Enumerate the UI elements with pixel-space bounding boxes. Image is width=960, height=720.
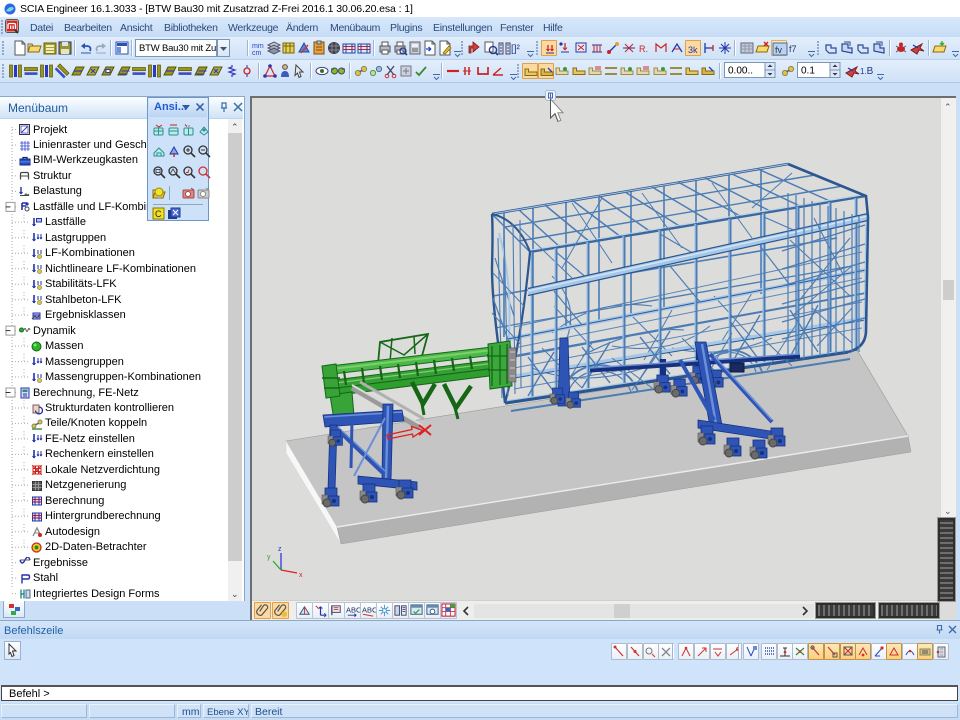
svg-text:0.1: 0.1 bbox=[801, 66, 815, 77]
svg-text:fv: fv bbox=[775, 45, 783, 55]
svg-text:z: z bbox=[188, 123, 190, 128]
svg-text:cm: cm bbox=[252, 50, 262, 56]
svg-text:[]²: []² bbox=[511, 44, 521, 55]
svg-text:x: x bbox=[299, 572, 303, 579]
svg-text:y: y bbox=[267, 554, 271, 561]
svg-text:0.00..: 0.00.. bbox=[728, 66, 753, 77]
svg-text:C: C bbox=[155, 209, 162, 219]
svg-text:mm: mm bbox=[252, 43, 264, 50]
svg-text:3k: 3k bbox=[688, 45, 698, 55]
svg-text:ABC: ABC bbox=[362, 605, 376, 614]
svg-text:R.: R. bbox=[639, 44, 648, 54]
svg-text:ABC: ABC bbox=[346, 605, 360, 614]
svg-text:f7: f7 bbox=[789, 44, 797, 54]
svg-text:z: z bbox=[278, 546, 282, 553]
